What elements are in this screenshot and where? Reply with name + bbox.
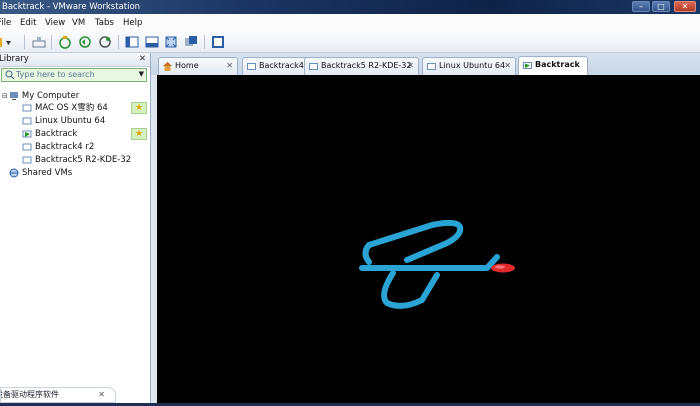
library-panel: Library ✕ Type here to search ▼ ⊟ My Comp…: [0, 53, 151, 403]
tree-item-label: Linux Ubuntu 64: [35, 116, 106, 126]
tree-item-backtrack4[interactable]: Backtrack4 r2: [22, 141, 94, 153]
search-icon: [5, 70, 14, 79]
close-tab-icon[interactable]: ✕: [226, 58, 233, 74]
vm-icon: [22, 143, 32, 150]
tab-label: Linux Ubuntu 64: [439, 61, 506, 70]
unity-icon[interactable]: [184, 35, 198, 49]
close-library-icon[interactable]: ✕: [139, 53, 146, 66]
menu-tabs[interactable]: Tabs: [95, 18, 114, 28]
vm-icon: [247, 63, 256, 70]
tree-item-backtrack5[interactable]: Backtrack5 R2-KDE-32: [22, 154, 131, 166]
vm-running-icon: [523, 62, 532, 69]
close-notification-icon[interactable]: ✕: [98, 388, 105, 402]
vm-icon: [22, 156, 32, 163]
close-tab-icon[interactable]: ✕: [407, 58, 414, 74]
menu-edit[interactable]: Edit: [20, 18, 36, 28]
menu-help[interactable]: Help: [123, 18, 142, 28]
menu-bar: File Edit View VM Tabs Help: [0, 14, 700, 33]
close-tab-icon[interactable]: ✕: [504, 58, 511, 74]
favorite-star-icon[interactable]: ★: [131, 128, 147, 140]
library-header: Library ✕: [0, 53, 150, 67]
tree-shared-label: Shared VMs: [22, 168, 73, 178]
vm-icon: [309, 63, 318, 70]
tree-item-backtrack[interactable]: Backtrack: [22, 128, 77, 140]
library-search-input[interactable]: Type here to search ▼: [1, 68, 147, 82]
shared-vms-icon: [9, 168, 19, 177]
vm-running-icon: [22, 130, 32, 137]
computer-icon: [9, 91, 18, 100]
vm-icon: [22, 117, 32, 124]
library-title: Library: [0, 54, 29, 64]
tree-item-linux-ubuntu[interactable]: Linux Ubuntu 64: [22, 115, 105, 127]
vm-console[interactable]: [157, 75, 700, 403]
home-icon: [163, 62, 172, 71]
tab-backtrack[interactable]: Backtrack: [518, 56, 588, 75]
chevron-down-icon[interactable]: ▼: [139, 70, 144, 78]
snapshot-manager-icon[interactable]: [98, 35, 112, 49]
power-on-icon[interactable]: [0, 35, 12, 49]
boot-logo: [359, 219, 515, 309]
tree-root-my-computer[interactable]: ⊟ My Computer: [2, 90, 79, 102]
tree-item-label: Backtrack4 r2: [35, 142, 95, 152]
tree-item-label: Backtrack: [35, 129, 78, 139]
title-bar: Backtrack - VMware Workstation – □ ✕: [0, 0, 700, 14]
tree-shared-vms[interactable]: Shared VMs: [9, 167, 72, 179]
tab-backtrack5[interactable]: Backtrack5 R2-KDE-32 ✕: [304, 57, 419, 75]
driver-notification[interactable]: 设备驱动程序软件 ✕: [0, 387, 116, 403]
collapse-icon[interactable]: ⊟: [2, 92, 8, 100]
toolbar: [0, 32, 700, 53]
console-view-icon[interactable]: [211, 35, 225, 49]
menu-view[interactable]: View: [45, 18, 65, 28]
full-screen-icon[interactable]: [164, 35, 178, 49]
tab-linux-ubuntu[interactable]: Linux Ubuntu 64 ✕: [422, 57, 516, 75]
notification-text: 设备驱动程序软件: [0, 390, 59, 399]
backtrack-logo-icon: [359, 219, 515, 309]
network-icon[interactable]: [32, 35, 46, 49]
snapshot-icon[interactable]: [58, 35, 72, 49]
vm-icon: [22, 104, 32, 111]
close-button[interactable]: ✕: [674, 1, 696, 12]
favorite-star-icon[interactable]: ★: [131, 102, 147, 114]
show-sidebar-icon[interactable]: [125, 35, 139, 49]
tree-root-label: My Computer: [21, 91, 80, 101]
window-title: Backtrack - VMware Workstation: [2, 2, 141, 12]
tree-item-label: MAC OS X雪豹 64: [35, 103, 108, 113]
quick-switch-icon[interactable]: [145, 35, 159, 49]
tab-home[interactable]: Home ✕: [158, 57, 238, 75]
revert-snapshot-icon[interactable]: [78, 35, 92, 49]
tab-label: Backtrack: [535, 60, 580, 69]
tree-item-label: Backtrack5 R2-KDE-32: [35, 155, 132, 165]
search-placeholder: Type here to search: [16, 70, 95, 79]
vm-icon: [427, 63, 436, 70]
minimize-button[interactable]: –: [632, 1, 650, 12]
menu-file[interactable]: File: [0, 18, 11, 28]
tree-item-mac-os[interactable]: MAC OS X雪豹 64: [22, 102, 108, 114]
menu-vm[interactable]: VM: [72, 18, 85, 28]
tab-label: Home: [175, 61, 199, 70]
tab-strip: Home ✕ Backtrack4 r2 ✕ Backtrack5 R2-KDE…: [151, 53, 700, 76]
tab-label: Backtrack5 R2-KDE-32: [321, 61, 412, 70]
maximize-button[interactable]: □: [652, 1, 670, 12]
